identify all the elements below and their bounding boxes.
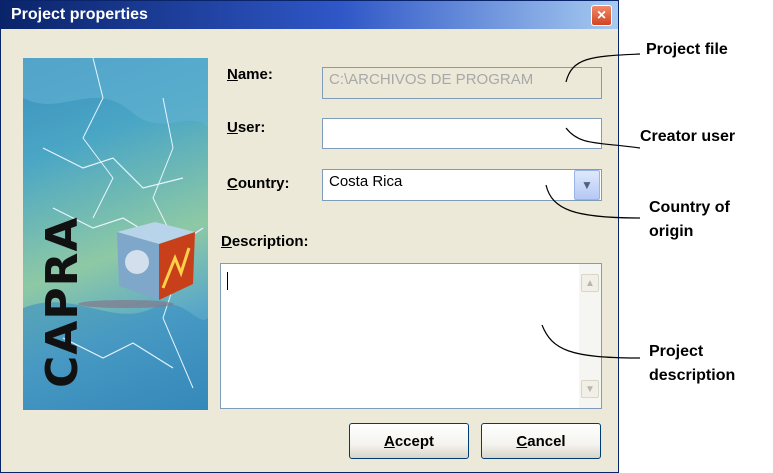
chevron-down-icon: ▼ [581,178,593,192]
annotation-country-line1: Country of [649,199,730,216]
vertical-scrollbar[interactable]: ▲ ▼ [579,264,601,408]
description-label: Description: [221,233,309,250]
cube-graphic [111,218,197,302]
annotation-creator-user: Creator user [640,128,736,145]
country-select[interactable]: Costa Rica [322,169,602,201]
annotation-project-file: Project file [646,41,728,58]
user-label: User: [227,119,266,136]
name-field: C:\ARCHIVOS DE PROGRAM [322,67,602,99]
country-dropdown-button[interactable]: ▼ [574,170,600,200]
description-textarea[interactable]: ▲ ▼ [220,263,602,409]
annotation-desc-line1: Project [649,343,704,360]
cancel-button[interactable]: Cancel [481,423,601,459]
name-label: Name: [227,66,273,83]
annotation-country-line2: origin [649,223,694,240]
accept-button[interactable]: Accept [349,423,469,459]
user-field[interactable] [322,118,602,149]
text-caret [227,272,228,290]
project-properties-window: Project properties × CAPRA Name: C:\ARCH… [0,0,619,473]
cube-shadow [78,300,174,308]
annotation-desc-line2: description [649,367,736,384]
window-title: Project properties [11,6,148,23]
title-bar[interactable]: Project properties × [1,1,618,29]
capra-banner-image: CAPRA [23,58,208,410]
close-icon: × [596,6,607,24]
scroll-up-icon[interactable]: ▲ [581,274,599,292]
country-label: Country: [227,175,290,192]
scroll-down-icon[interactable]: ▼ [581,380,599,398]
close-button[interactable]: × [591,5,612,26]
